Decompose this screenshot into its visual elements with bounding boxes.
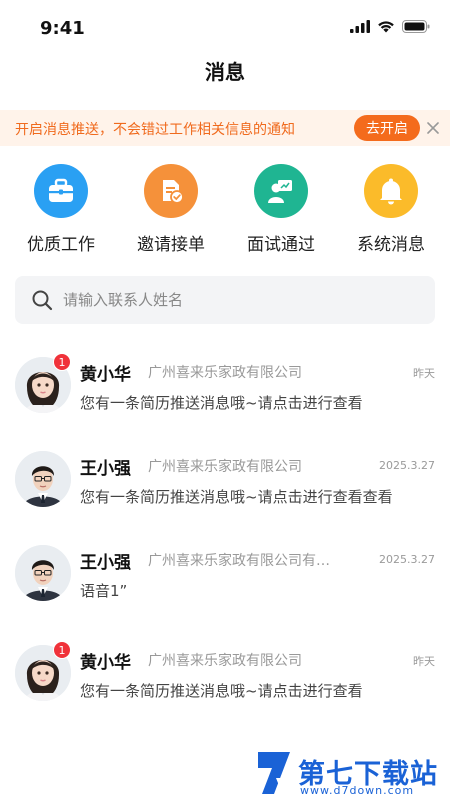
quick-action-invitations[interactable]: 邀请接单 — [116, 158, 226, 255]
signal-icon — [350, 20, 370, 33]
battery-icon — [402, 20, 430, 33]
list-item[interactable]: 1 黄小华 广州喜来乐家政有限公司 昨天 您有一条简历推送消息哦~请点击进行查看 — [0, 340, 450, 430]
message-time: 2025.3.27 — [379, 459, 435, 472]
enable-push-button[interactable]: 去开启 — [354, 115, 420, 141]
quick-actions: 优质工作 邀请接单 面试通过 系统消息 — [0, 158, 450, 258]
document-check-icon — [144, 164, 198, 218]
interview-icon — [254, 164, 308, 218]
avatar — [15, 451, 71, 507]
message-preview: 语音1” — [80, 582, 128, 600]
close-icon[interactable] — [423, 116, 443, 140]
search-bar[interactable] — [15, 276, 435, 324]
message-time: 昨天 — [413, 367, 435, 380]
status-bar: 9:41 — [0, 0, 450, 56]
list-item[interactable]: 1 黄小华 广州喜来乐家政有限公司 昨天 您有一条简历推送消息哦~请点击进行查看 — [0, 628, 450, 718]
logo-icon — [258, 752, 290, 794]
bell-icon — [364, 164, 418, 218]
site-watermark: 第七下载站 www.d7down.com — [252, 748, 450, 800]
company-name: 广州喜来乐家政有限公司有限公司 — [148, 553, 338, 569]
quick-action-system-messages[interactable]: 系统消息 — [336, 158, 446, 255]
push-notification-banner: 开启消息推送，不会错过工作相关信息的通知 去开启 — [0, 110, 450, 146]
company-name: 广州喜来乐家政有限公司 — [148, 459, 302, 475]
message-preview: 您有一条简历推送消息哦~请点击进行查看 — [80, 682, 363, 700]
contact-name: 黄小华 — [80, 365, 131, 385]
status-icons — [350, 20, 430, 33]
message-time: 2025.3.27 — [379, 553, 435, 566]
contact-name: 王小强 — [80, 459, 131, 479]
avatar — [15, 545, 71, 601]
contact-name: 王小强 — [80, 553, 131, 573]
search-icon — [32, 290, 53, 311]
quick-action-label: 面试通过 — [247, 235, 315, 255]
page-title: 消息 — [205, 60, 245, 84]
unread-badge: 1 — [53, 641, 71, 659]
contact-name: 黄小华 — [80, 653, 131, 673]
message-time: 昨天 — [413, 655, 435, 668]
quick-action-label: 邀请接单 — [137, 235, 205, 255]
status-time: 9:41 — [40, 18, 85, 39]
watermark-url: www.d7down.com — [300, 784, 415, 797]
list-item[interactable]: 王小强 广州喜来乐家政有限公司 2025.3.27 您有一条简历推送消息哦~请点… — [0, 434, 450, 524]
search-input[interactable] — [63, 291, 403, 309]
list-item[interactable]: 王小强 广州喜来乐家政有限公司有限公司 2025.3.27 语音1” — [0, 528, 450, 618]
quick-action-label: 优质工作 — [27, 235, 95, 255]
quick-action-interview-passed[interactable]: 面试通过 — [226, 158, 336, 255]
message-preview: 您有一条简历推送消息哦~请点击进行查看 — [80, 394, 363, 412]
push-banner-text: 开启消息推送，不会错过工作相关信息的通知 — [15, 122, 295, 138]
briefcase-icon — [34, 164, 88, 218]
quick-action-label: 系统消息 — [357, 235, 425, 255]
unread-badge: 1 — [53, 353, 71, 371]
company-name: 广州喜来乐家政有限公司 — [148, 365, 302, 381]
company-name: 广州喜来乐家政有限公司 — [148, 653, 302, 669]
wifi-icon — [378, 21, 394, 33]
quick-action-quality-jobs[interactable]: 优质工作 — [6, 158, 116, 255]
message-preview: 您有一条简历推送消息哦~请点击进行查看查看 — [80, 488, 393, 506]
